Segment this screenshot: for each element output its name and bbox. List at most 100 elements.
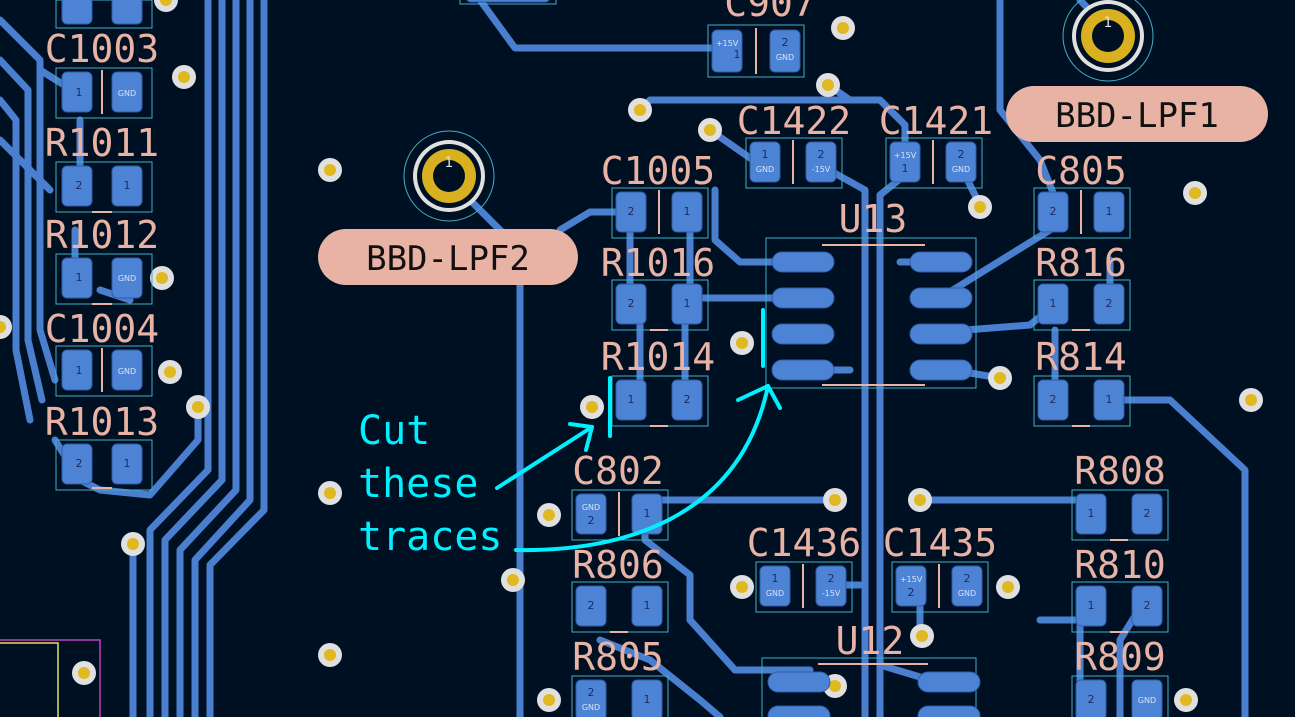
pad-pin-number: 1 (628, 393, 635, 406)
via (730, 331, 754, 355)
via (158, 360, 182, 384)
pad-pin-number: 2 (588, 599, 595, 612)
pad-pin-number: 1 (124, 179, 131, 192)
ref-r810: R810 (1074, 543, 1166, 587)
ref-c1003: C1003 (45, 27, 159, 71)
annotation-text: Cut these traces (358, 408, 503, 560)
ref-r816: R816 (1035, 241, 1127, 285)
annotation-line-2: these (358, 461, 478, 507)
pad-pin-number: 2 (958, 148, 965, 161)
pad-pin-number: 2 (76, 457, 83, 470)
pad-pin-number: 1 (684, 205, 691, 218)
via (537, 503, 561, 527)
via (1183, 181, 1207, 205)
via (910, 624, 934, 648)
connector-bbd-lpf2[interactable]: 1 (403, 130, 495, 222)
pad-pin-number: 1 (76, 271, 83, 284)
via (537, 688, 561, 712)
pad-pin-number: 1 (1088, 507, 1095, 520)
pad-pin-number: 1 (644, 507, 651, 520)
pad-pin-number: 2 (1050, 393, 1057, 406)
trace (476, 0, 729, 52)
ref-r1012: R1012 (45, 213, 159, 257)
pad-net-name: +15V (716, 39, 739, 48)
via (318, 158, 342, 182)
trace (711, 186, 804, 266)
pad-pin-number: 2 (1106, 297, 1113, 310)
via (816, 73, 840, 97)
pad-net-name: GND (776, 53, 794, 62)
pad-net-name: GND (766, 589, 784, 598)
pad-pin-number: 2 (964, 572, 971, 585)
via (1174, 688, 1198, 712)
pad-pin-number: 1 (124, 457, 131, 470)
pad-net-name: GND (958, 589, 976, 598)
pad-pin-number: 2 (908, 586, 915, 599)
pcb-canvas[interactable]: 1 1 1 GND 2 1 1 GND 1 GND 2 1 +15V 1 2 G… (0, 0, 1295, 717)
ref-r1013: R1013 (45, 400, 159, 444)
pad-net-name: +15V (900, 575, 923, 584)
via (172, 65, 196, 89)
pad-pin-number: 2 (1088, 693, 1095, 706)
ref-c1421: C1421 (879, 99, 993, 143)
pad-net-name: GND (952, 165, 970, 174)
via (154, 0, 178, 12)
pad-pin-number: 1 (1106, 205, 1113, 218)
connector-pin-number: 1 (1104, 15, 1113, 31)
ref-c1004: C1004 (45, 307, 159, 351)
via (730, 575, 754, 599)
ref-r1016: R1016 (601, 241, 715, 285)
pad-pin-number: 1 (644, 599, 651, 612)
ref-c802: C802 (572, 449, 664, 493)
label-bbd-lpf2[interactable]: BBD-LPF2 (318, 229, 578, 285)
via (996, 575, 1020, 599)
pad-net-name: GND (118, 274, 136, 283)
ref-r1011: R1011 (45, 121, 159, 165)
annotation-line-3: traces (358, 514, 503, 560)
pad-pin-number: 1 (1050, 297, 1057, 310)
ref-c1436: C1436 (747, 521, 861, 565)
pad-net-name: GND (118, 89, 136, 98)
ref-u12: U12 (836, 619, 905, 663)
pad-net-name: -15V (812, 165, 831, 174)
via (908, 488, 932, 512)
via (186, 395, 210, 419)
pad-pin-number: 2 (628, 205, 635, 218)
pad-pin-number: 2 (684, 393, 691, 406)
pad-pin-number: 2 (782, 36, 789, 49)
via (1239, 388, 1263, 412)
pad-pin-number: 2 (588, 686, 595, 699)
via (318, 643, 342, 667)
via (0, 315, 12, 339)
pad-pin-number: 2 (628, 297, 635, 310)
via (150, 266, 174, 290)
ref-u13: U13 (839, 197, 908, 241)
ref-c1435: C1435 (883, 521, 997, 565)
ref-c907: C907 (724, 0, 816, 25)
pad-pin-number: 1 (762, 148, 769, 161)
ref-c805: C805 (1035, 149, 1127, 193)
pad-pin-number: 1 (644, 693, 651, 706)
pad-net-name: GND (756, 165, 774, 174)
pad-net-name: +15V (894, 151, 917, 160)
pad-pin-number: 2 (76, 179, 83, 192)
via (580, 395, 604, 419)
pad-pin-number: 1 (76, 86, 83, 99)
pad-pin-number: 1 (902, 162, 909, 175)
pcb-layout-view: 1 1 1 GND 2 1 1 GND 1 GND 2 1 +15V 1 2 G… (0, 0, 1295, 717)
pad-net-name: GND (582, 703, 600, 712)
pad-net-name: GND (118, 367, 136, 376)
pad-net-name: GND (1138, 696, 1156, 705)
connector-bbd-lpf1[interactable]: 1 (1062, 0, 1154, 82)
label-bbd-lpf2-text: BBD-LPF2 (366, 239, 530, 279)
pad-net-name: GND (582, 503, 600, 512)
pad-pin-number: 2 (818, 148, 825, 161)
label-bbd-lpf1[interactable]: BBD-LPF1 (1006, 86, 1268, 142)
pad-pin-number: 2 (588, 514, 595, 527)
pad-pin-number: 1 (76, 364, 83, 377)
pad-pin-number: 2 (1050, 205, 1057, 218)
pad-pin-number: 1 (772, 572, 779, 585)
via (988, 366, 1012, 390)
ref-r806: R806 (572, 543, 664, 587)
via (628, 98, 652, 122)
